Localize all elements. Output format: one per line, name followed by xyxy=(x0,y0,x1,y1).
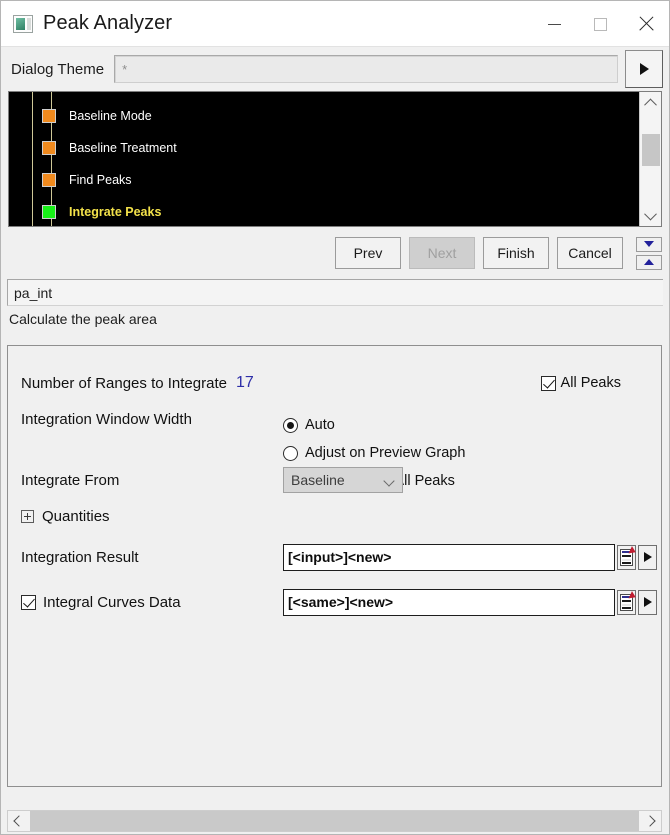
page-title: Peak Analyzer xyxy=(43,12,173,34)
scroll-left-button[interactable] xyxy=(8,811,30,831)
red-arrow-icon xyxy=(628,590,638,601)
cancel-button[interactable]: Cancel xyxy=(557,237,623,269)
red-arrow-icon xyxy=(628,545,638,556)
chevron-up-icon xyxy=(644,98,657,111)
tree-item-label: Integrate Peaks xyxy=(69,205,162,219)
dialog-theme-menu-button[interactable] xyxy=(625,50,663,88)
tree-item-integrate-peaks[interactable]: Integrate Peaks xyxy=(9,196,639,226)
wizard-step-tree: Baseline Mode Baseline Treatment Find Pe… xyxy=(8,91,662,227)
title-bar: Peak Analyzer xyxy=(1,1,669,47)
window-width-row: Integration Window Width Auto Adjust on … xyxy=(8,411,661,489)
integral-curves-actions xyxy=(617,589,657,615)
radio-auto[interactable]: Auto xyxy=(283,411,465,439)
expand-icon[interactable] xyxy=(21,509,34,523)
scroll-right-button[interactable] xyxy=(639,811,661,831)
ranges-row: Number of Ranges to Integrate 17 All Pea… xyxy=(8,363,661,403)
tree-item-label: Find Peaks xyxy=(69,173,132,187)
horizontal-scrollbar[interactable] xyxy=(7,810,662,832)
node-status-icon xyxy=(42,205,56,219)
close-icon xyxy=(637,15,655,33)
panel-expand-button[interactable] xyxy=(636,254,662,270)
radio-label: Auto xyxy=(305,417,335,433)
prev-button[interactable]: Prev xyxy=(335,237,401,269)
dialog-theme-label: Dialog Theme xyxy=(11,60,105,78)
minimize-button[interactable] xyxy=(531,1,577,47)
chevron-left-icon xyxy=(13,815,25,827)
minimize-icon xyxy=(547,23,561,25)
checkbox-icon xyxy=(540,375,556,391)
integrate-peaks-form: Number of Ranges to Integrate 17 All Pea… xyxy=(7,345,662,787)
finish-button[interactable]: Finish xyxy=(483,237,549,269)
tree-vertical-scrollbar[interactable] xyxy=(639,92,661,226)
scroll-up-button[interactable] xyxy=(640,92,662,114)
scroll-down-button[interactable] xyxy=(640,204,662,226)
chevron-right-icon xyxy=(644,815,656,827)
node-status-icon xyxy=(42,173,56,187)
all-peaks-checkbox[interactable]: All Peaks xyxy=(540,375,621,391)
tree-item-find-peaks[interactable]: Find Peaks xyxy=(9,164,639,196)
ranges-value: 17 xyxy=(235,374,254,391)
dialog-theme-input[interactable]: * xyxy=(114,55,618,83)
integrate-from-value: Baseline xyxy=(291,472,345,488)
panel-stepper xyxy=(636,236,662,270)
integral-curves-label: Integral Curves Data xyxy=(43,593,181,611)
triangle-right-icon xyxy=(643,552,652,562)
node-status-icon xyxy=(42,109,56,123)
window-width-label: Integration Window Width xyxy=(21,411,192,428)
scrollbar-thumb[interactable] xyxy=(642,134,660,166)
triangle-right-icon xyxy=(643,597,652,607)
tree-item-baseline-mode[interactable]: Baseline Mode xyxy=(9,100,639,132)
integrate-from-label: Integrate From xyxy=(21,471,120,489)
all-peaks-label: All Peaks xyxy=(560,375,621,391)
theme-name-input[interactable]: pa_int xyxy=(7,279,663,306)
quantities-row[interactable]: Quantities xyxy=(8,501,661,531)
radio-label: Adjust on Preview Graph xyxy=(305,445,466,461)
node-status-icon xyxy=(42,141,56,155)
ranges-label: Number of Ranges to Integrate xyxy=(21,374,227,392)
next-button: Next xyxy=(409,237,475,269)
dialog-theme-row: Dialog Theme * xyxy=(1,47,669,91)
step-description: Calculate the peak area xyxy=(9,311,157,327)
integration-result-row: Integration Result [<input>]<new> xyxy=(8,539,661,575)
maximize-icon xyxy=(593,17,607,31)
integral-curves-row: Integral Curves Data [<same>]<new> xyxy=(8,584,661,620)
integrate-from-select[interactable]: Baseline xyxy=(283,467,403,493)
integral-curves-browse-button[interactable] xyxy=(617,589,638,615)
integral-curves-input[interactable]: [<same>]<new> xyxy=(283,588,615,616)
close-button[interactable] xyxy=(623,1,669,47)
app-window-icon xyxy=(13,14,33,33)
wizard-nav-row: Prev Next Finish Cancel xyxy=(1,227,669,279)
peak-analyzer-dialog: Peak Analyzer Dialog Theme * Baseline Mo… xyxy=(0,0,670,835)
quantities-label: Quantities xyxy=(42,507,110,525)
window-controls xyxy=(531,1,669,47)
triangle-down-icon xyxy=(644,241,654,247)
tree-item-label: Baseline Treatment xyxy=(69,141,177,155)
maximize-button[interactable] xyxy=(577,1,623,47)
radio-icon xyxy=(283,445,298,461)
integration-result-menu-button[interactable] xyxy=(638,544,657,570)
horizontal-scrollbar-thumb[interactable] xyxy=(30,811,639,831)
chevron-down-icon xyxy=(644,207,657,220)
panel-collapse-button[interactable] xyxy=(636,236,662,252)
integral-curves-menu-button[interactable] xyxy=(638,589,657,615)
integral-curves-checkbox[interactable] xyxy=(21,594,36,610)
integration-result-label: Integration Result xyxy=(21,548,139,566)
tree-item-label: Baseline Mode xyxy=(69,109,152,123)
integration-result-actions xyxy=(617,544,657,570)
tree-items-container: Baseline Mode Baseline Treatment Find Pe… xyxy=(9,92,639,226)
integrate-from-row: Integrate From Baseline xyxy=(8,463,661,497)
chevron-down-icon xyxy=(383,475,395,487)
integration-result-browse-button[interactable] xyxy=(617,544,638,570)
triangle-right-icon xyxy=(639,63,649,75)
radio-icon xyxy=(283,417,298,433)
integration-result-input[interactable]: [<input>]<new> xyxy=(283,543,615,571)
triangle-up-icon xyxy=(644,259,654,265)
tree-item-baseline-treatment[interactable]: Baseline Treatment xyxy=(9,132,639,164)
